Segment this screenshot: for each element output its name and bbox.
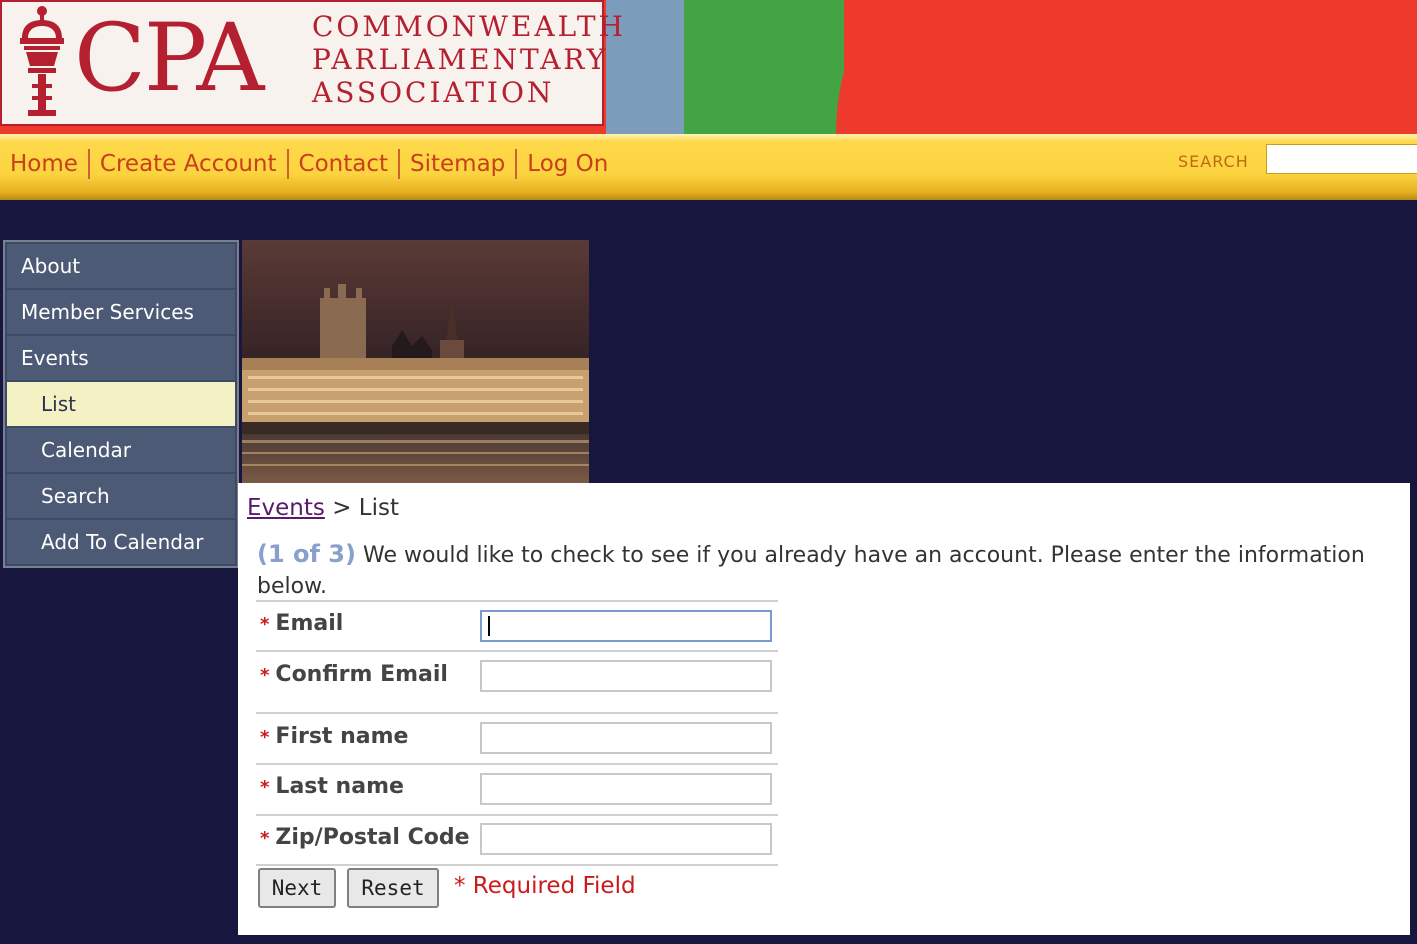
required-star: * [260,614,270,635]
email-label: * Email [260,611,344,636]
logo-name: COMMONWEALTH PARLIAMENTARY ASSOCIATION [312,10,626,109]
required-star: * [260,665,270,686]
form-divider [256,864,778,866]
nav-link-create-account[interactable]: Create Account [90,149,289,179]
content-panel: Events > List (1 of 3) We would like to … [238,483,1410,935]
nav-link-home[interactable]: Home [0,149,90,179]
parliament-photo [242,240,589,483]
sidebar-item-calendar[interactable]: Calendar [7,428,235,472]
last-name-label: * Last name [260,774,404,799]
intro-message: We would like to check to see if you alr… [257,543,1365,599]
banner-red-band [836,0,1417,134]
zip-code-label: * Zip/Postal Code [260,825,470,850]
sidebar-menu: About Member Services Events List Calend… [3,240,239,568]
zip-code-field[interactable] [480,823,772,855]
first-name-field[interactable] [480,722,772,754]
sidebar-item-events[interactable]: Events [7,336,235,380]
sidebar-item-member-services[interactable]: Member Services [7,290,235,334]
first-name-label: * First name [260,724,409,749]
email-field[interactable] [480,610,772,642]
next-button[interactable]: Next [258,868,336,908]
last-name-field[interactable] [480,773,772,805]
form-divider [256,814,778,816]
step-indicator: (1 of 3) [257,540,356,568]
intro-text: (1 of 3) We would like to check to see i… [257,539,1397,602]
breadcrumb-link-events[interactable]: Events [247,495,325,521]
nav-links: Home Create Account Contact Sitemap Log … [0,142,618,186]
search-label: SEARCH [1178,152,1249,171]
sidebar-item-about[interactable]: About [7,244,235,288]
breadcrumb-current: List [358,495,399,521]
logo-name-line: ASSOCIATION [312,76,555,109]
form-divider [256,650,778,652]
form-divider [256,763,778,765]
nav-link-sitemap[interactable]: Sitemap [400,149,518,179]
required-star: * [260,828,270,849]
banner-green-band [684,0,844,134]
required-field-note: * Required Field [454,873,636,899]
mace-crown-icon [20,6,64,116]
search-input[interactable] [1266,144,1417,174]
logo-name-line: PARLIAMENTARY [312,43,609,76]
breadcrumb: Events > List [247,495,399,521]
cpa-logo[interactable]: CPA COMMONWEALTH PARLIAMENTARY ASSOCIATI… [0,0,623,126]
breadcrumb-separator: > [332,495,352,521]
logo-abbreviation: CPA [74,4,264,113]
form-divider [256,712,778,714]
required-star: * [260,777,270,798]
form-divider [256,600,778,602]
confirm-email-label: * Confirm Email [260,662,448,687]
logo-name-line: COMMONWEALTH [312,10,627,43]
sidebar-item-add-to-calendar[interactable]: Add To Calendar [7,520,235,564]
reset-button[interactable]: Reset [347,868,439,908]
confirm-email-field[interactable] [480,660,772,692]
text-caret [488,616,490,636]
sidebar-item-search[interactable]: Search [7,474,235,518]
nav-link-contact[interactable]: Contact [289,149,401,179]
nav-link-log-on[interactable]: Log On [517,149,618,179]
required-star: * [260,727,270,748]
sidebar-item-list[interactable]: List [7,382,235,426]
